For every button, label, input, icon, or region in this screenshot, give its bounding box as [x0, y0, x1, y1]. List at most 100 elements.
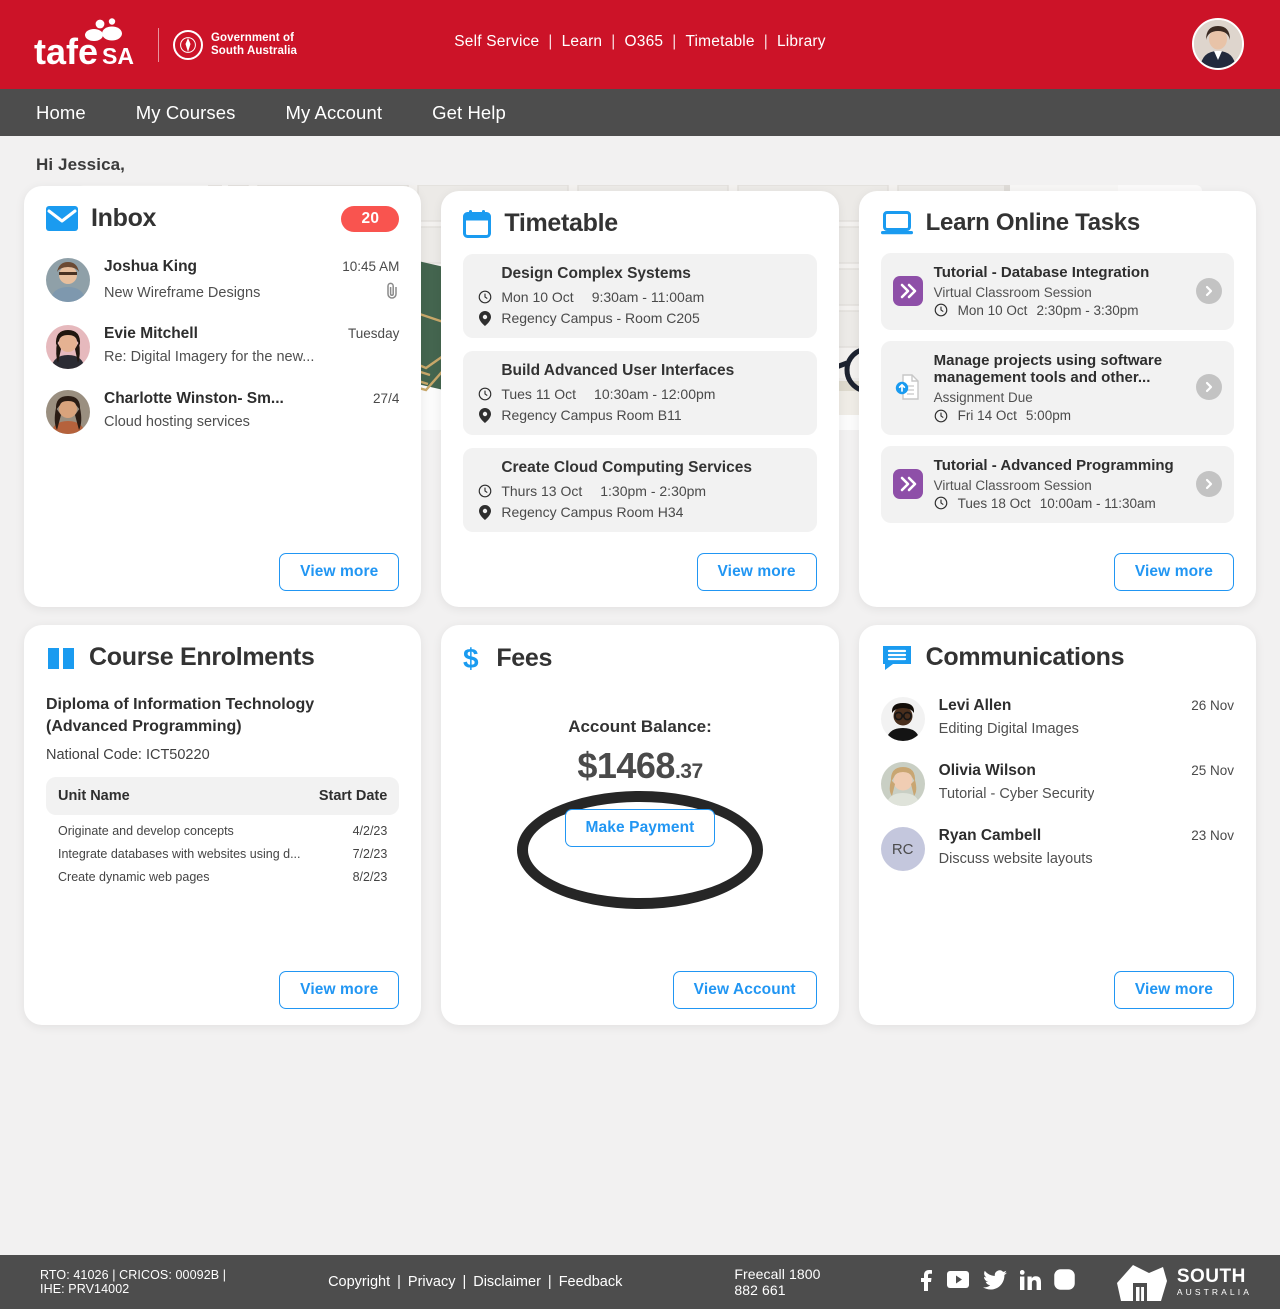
location-pin-icon	[477, 310, 492, 326]
avatar	[880, 697, 925, 741]
nav-item-my-account[interactable]: My Account	[285, 102, 382, 124]
account-balance-label: Account Balance:	[568, 717, 712, 736]
list-item-line2: Discuss website layouts	[939, 851, 1234, 867]
chevron-right-icon[interactable]	[1196, 374, 1222, 401]
learn-tasks-footer: View more	[881, 545, 1234, 591]
unit-name: Integrate databases with websites using …	[58, 847, 301, 862]
chevron-right-icon[interactable]	[1196, 470, 1222, 497]
timetable-header: Timetable	[463, 209, 816, 238]
class-time: 9:30am - 11:00am	[591, 289, 705, 305]
task-date: Tues 18 Oct	[957, 495, 1031, 511]
class-time-row: Thurs 13 Oct 1:30pm - 2:30pm	[477, 483, 802, 499]
nav-item-home[interactable]: Home	[36, 102, 86, 124]
make-payment-button[interactable]: Make Payment	[564, 809, 716, 847]
list-item-line2: New Wireframe Designs	[104, 282, 399, 304]
message-date: 26 Nov	[1191, 698, 1234, 713]
fees-title: Fees	[496, 643, 553, 672]
clock-icon	[934, 409, 949, 423]
youtube-icon[interactable]	[946, 1269, 970, 1296]
inbox-title: Inbox	[91, 204, 157, 232]
user-avatar[interactable]	[1192, 18, 1244, 70]
table-row[interactable]: Create dynamic web pages 8/2/23	[46, 861, 399, 884]
avatar	[46, 325, 90, 369]
list-item-line1: Ryan Cambell 23 Nov	[939, 827, 1234, 845]
task-date: Mon 10 Oct	[957, 302, 1028, 318]
quicklink-learn[interactable]: Learn	[562, 33, 603, 51]
table-row[interactable]: Integrate databases with websites using …	[46, 838, 399, 861]
list-item[interactable]: Levi Allen 26 Nov Editing Digital Images	[880, 688, 1234, 753]
class-name: Create Cloud Computing Services	[501, 459, 752, 476]
table-row[interactable]: Originate and develop concepts 4/2/23	[46, 815, 399, 838]
facebook-icon[interactable]	[919, 1269, 933, 1296]
sender-name: Evie Mitchell	[104, 325, 198, 342]
south-australia-wordmark: SOUTH AUSTRALIA	[1177, 1267, 1252, 1297]
list-item-line1: Levi Allen 26 Nov	[939, 697, 1234, 715]
list-item[interactable]: Charlotte Winston- Sm... 27/4 Cloud host…	[46, 381, 399, 446]
sa-government-crest-icon	[173, 29, 203, 60]
list-item-line2: Re: Digital Imagery for the new...	[104, 349, 399, 365]
nav-item-my-courses[interactable]: My Courses	[136, 102, 236, 124]
list-item[interactable]: Evie Mitchell Tuesday Re: Digital Imager…	[46, 316, 399, 381]
list-item[interactable]: RC Ryan Cambell 23 Nov Discuss website l…	[880, 818, 1234, 883]
gov-line1: Government of	[211, 31, 295, 44]
communications-title: Communications	[925, 643, 1125, 671]
twitter-icon[interactable]	[982, 1269, 1007, 1295]
chevron-right-icon[interactable]	[1196, 277, 1222, 304]
communications-view-more-button[interactable]: View more	[1113, 971, 1234, 1009]
list-item[interactable]: Create Cloud Computing Services Thurs 13…	[463, 448, 817, 532]
column-start-date: Start Date	[318, 788, 388, 805]
list-item-line1: Charlotte Winston- Sm... 27/4	[104, 390, 399, 408]
instagram-icon[interactable]	[1054, 1269, 1075, 1295]
quick-links: Self Service | Learn | O365 | Timetable …	[454, 33, 825, 51]
footer-link-copyright[interactable]: Copyright	[328, 1274, 390, 1290]
list-item[interactable]: Tutorial - Advanced Programming Virtual …	[880, 446, 1234, 523]
list-item-line2: Editing Digital Images	[939, 721, 1234, 737]
class-date: Thurs 13 Oct	[501, 483, 583, 499]
unit-start-date: 4/2/23	[352, 824, 388, 839]
message-subject: Tutorial - Cyber Security	[938, 786, 1095, 802]
balance-dollars: $1468	[577, 745, 675, 786]
footer-link-disclaimer[interactable]: Disclaimer	[473, 1274, 541, 1290]
footer-separator: |	[462, 1274, 467, 1290]
task-time-row: Mon 10 Oct 2:30pm - 3:30pm	[934, 303, 1185, 318]
quicklink-separator: |	[548, 33, 553, 50]
class-location: Regency Campus Room H34	[501, 504, 684, 520]
tafesa-logo[interactable]: tafe SA	[34, 17, 146, 72]
view-account-button[interactable]: View Account	[672, 971, 817, 1009]
class-location-row: Regency Campus - Room C205	[477, 310, 802, 326]
learn-tasks-view-more-button[interactable]: View more	[1113, 553, 1234, 591]
class-date: Tues 11 Oct	[501, 386, 577, 402]
list-item[interactable]: Manage projects using software managemen…	[880, 340, 1234, 436]
enrolments-view-more-button[interactable]: View more	[279, 971, 400, 1009]
avatar-initials: RC	[880, 827, 925, 871]
brand-lockup[interactable]: tafe SA Government of South Australia	[34, 17, 297, 72]
message-subject: Cloud hosting services	[104, 414, 250, 430]
quicklink-o365[interactable]: O365	[624, 33, 663, 51]
linkedin-icon[interactable]	[1019, 1269, 1041, 1295]
nav-item-get-help[interactable]: Get Help	[432, 102, 506, 124]
unit-name: Create dynamic web pages	[58, 870, 210, 885]
quicklink-library[interactable]: Library	[777, 33, 826, 51]
sender-name: Ryan Cambell	[938, 827, 1042, 844]
inbox-view-more-button[interactable]: View more	[279, 553, 400, 591]
svg-text:tafe: tafe	[34, 31, 98, 72]
enrolments-header: Course Enrolments	[46, 643, 399, 672]
list-item[interactable]: Design Complex Systems Mon 10 Oct 9:30am…	[463, 254, 817, 338]
list-item[interactable]: Tutorial - Database Integration Virtual …	[880, 253, 1234, 330]
list-item[interactable]: Joshua King 10:45 AM New Wireframe Desig…	[46, 249, 399, 316]
quicklink-timetable[interactable]: Timetable	[685, 33, 754, 51]
communications-footer: View more	[881, 963, 1234, 1009]
footer-link-feedback[interactable]: Feedback	[559, 1274, 623, 1290]
message-time: Tuesday	[348, 326, 400, 341]
unit-start-date: 8/2/23	[352, 870, 388, 885]
list-item[interactable]: Olivia Wilson 25 Nov Tutorial - Cyber Se…	[880, 753, 1234, 818]
footer-link-privacy[interactable]: Privacy	[408, 1274, 456, 1290]
timetable-view-more-button[interactable]: View more	[696, 553, 817, 591]
quicklink-self-service[interactable]: Self Service	[454, 33, 539, 51]
quicklink-separator: |	[611, 33, 616, 50]
svg-text:SA: SA	[102, 43, 134, 69]
class-time-row: Mon 10 Oct 9:30am - 11:00am	[477, 289, 802, 305]
list-item[interactable]: Build Advanced User Interfaces Tues 11 O…	[463, 351, 817, 435]
location-pin-icon	[477, 407, 492, 423]
dashboard-grid: Inbox 20 Joshua King 10:45 AM New Wirefr…	[0, 186, 1280, 1025]
